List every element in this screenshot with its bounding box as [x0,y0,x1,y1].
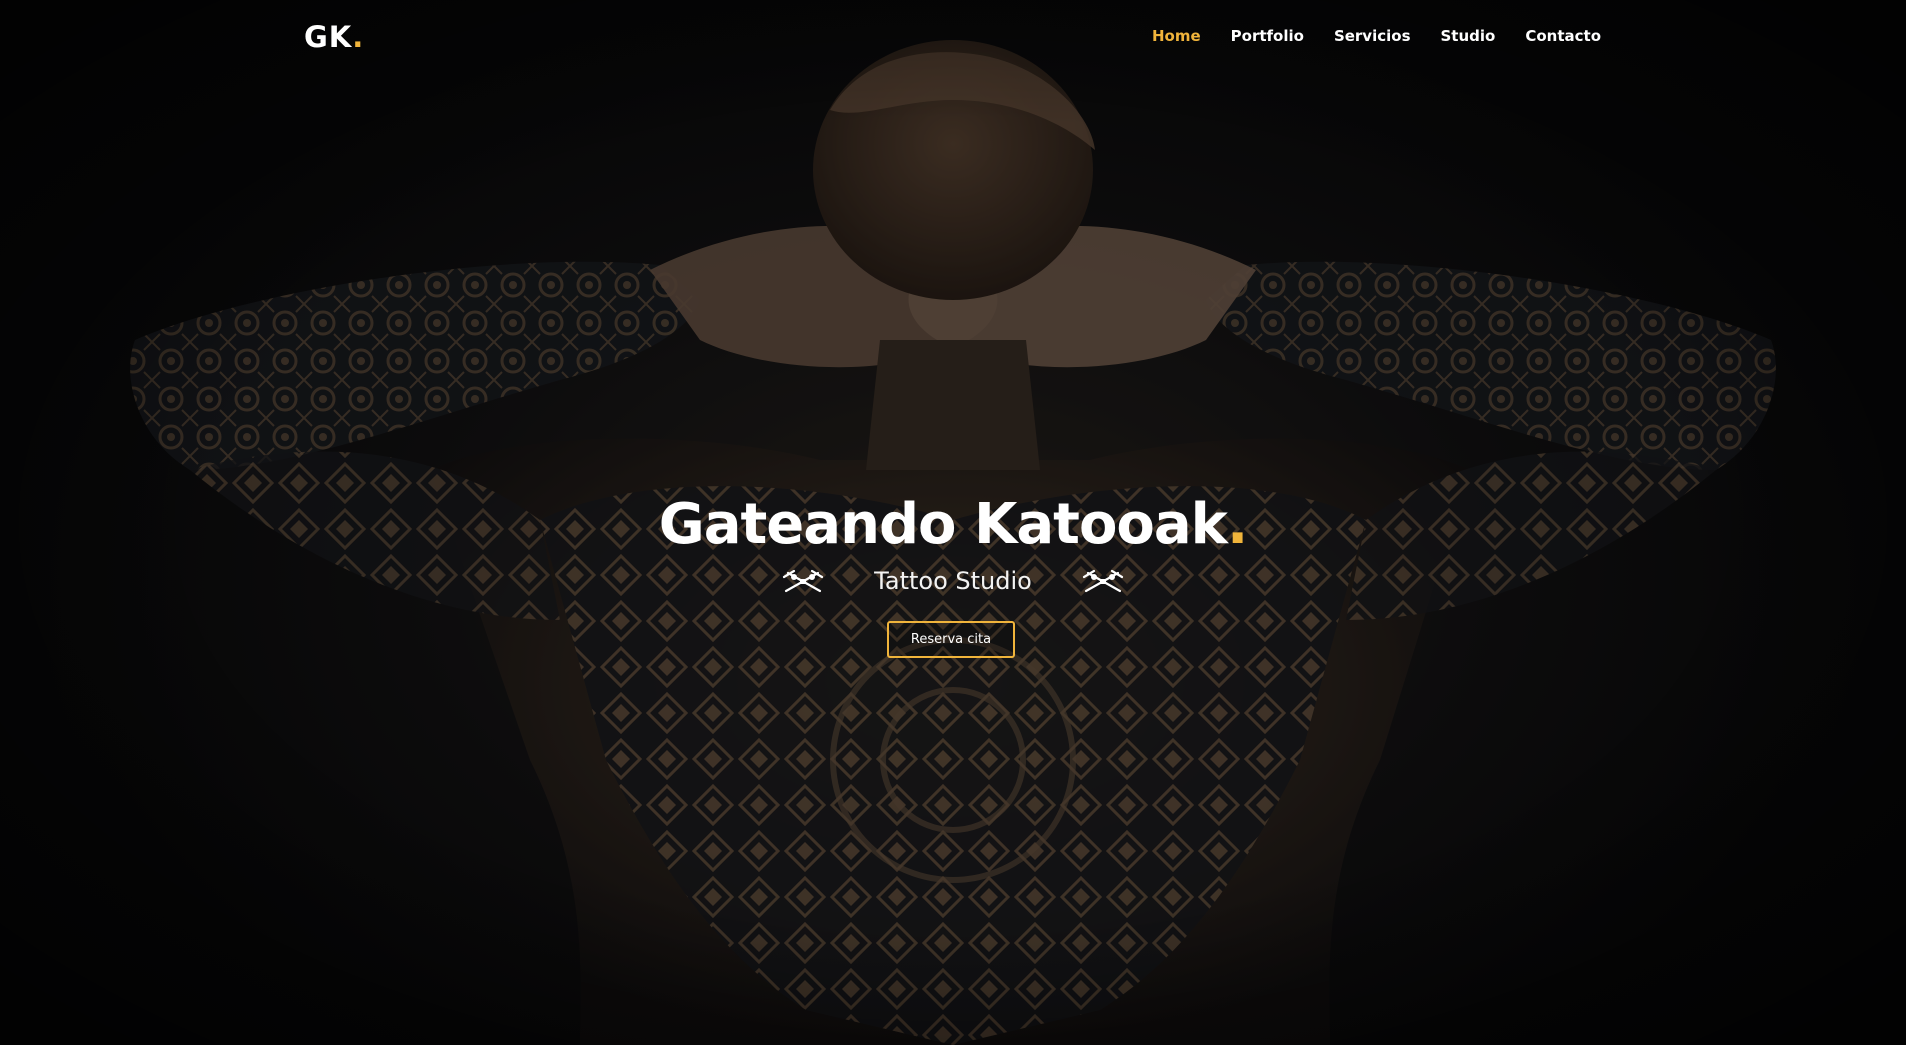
logo-text: GK [304,20,353,54]
book-appointment-button[interactable]: Reserva cita [887,621,1015,658]
nav-item-portfolio[interactable]: Portfolio [1231,27,1304,45]
logo-dot: . [352,20,365,54]
main-menu: Home Portfolio Servicios Studio Contacto [1152,26,1601,46]
nav-item-studio[interactable]: Studio [1441,27,1496,45]
nav-item-contacto[interactable]: Contacto [1525,27,1601,45]
hero-title: Gateando Katooak. [0,488,1906,562]
hero-title-dot: . [1226,492,1248,557]
site-logo[interactable]: GK. [304,19,364,55]
hero-subtitle: Tattoo Studio [874,567,1032,595]
nav-item-home[interactable]: Home [1152,27,1201,45]
top-navigation: GK. Home Portfolio Servicios Studio Cont… [0,0,1906,74]
hero-subtitle-row: Tattoo Studio [0,564,1906,598]
nav-item-servicios[interactable]: Servicios [1334,27,1411,45]
crossed-tattoo-machines-icon [1082,569,1123,593]
crossed-tattoo-machines-icon [783,569,824,593]
hero-title-text: Gateando Katooak [658,492,1228,557]
